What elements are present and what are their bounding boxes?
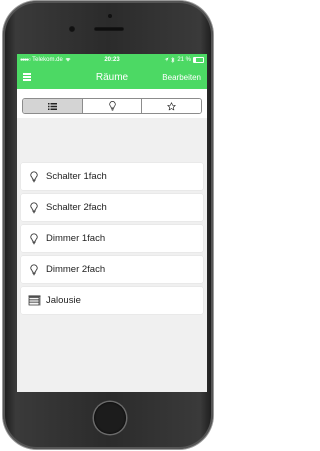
- front-camera: [69, 26, 75, 32]
- list-item-label: Jalousie: [46, 295, 81, 306]
- list-item-label: Schalter 1fach: [46, 171, 107, 182]
- phone-frame: ●●●●○ Telekom.de 20:23 21 % Räume Bearbe…: [3, 1, 213, 449]
- view-segmented-control: [22, 98, 202, 114]
- segment-lights[interactable]: [82, 99, 143, 113]
- star-icon: [167, 101, 176, 110]
- device-list: Schalter 1fach Schalter 2fach Dimmer 1fa…: [17, 118, 207, 392]
- earpiece-speaker: [94, 27, 124, 31]
- list-item[interactable]: Jalousie: [21, 287, 203, 314]
- list-item-label: Dimmer 2fach: [46, 264, 106, 275]
- bulb-icon: [27, 201, 41, 214]
- list-item[interactable]: Schalter 2fach: [21, 194, 203, 221]
- proximity-sensor: [108, 14, 112, 18]
- home-button[interactable]: [94, 402, 126, 434]
- bulb-icon: [27, 232, 41, 245]
- clock: 20:23: [104, 56, 120, 63]
- navigation-bar: Räume Bearbeiten: [17, 65, 207, 89]
- list-item[interactable]: Schalter 1fach: [21, 163, 203, 190]
- segment-list[interactable]: [23, 99, 83, 113]
- list-item[interactable]: Dimmer 1fach: [21, 225, 203, 252]
- bulb-icon: [108, 101, 116, 111]
- segment-favorites[interactable]: [142, 99, 201, 113]
- status-bar: ●●●●○ Telekom.de 20:23 21 %: [17, 54, 207, 65]
- bulb-icon: [27, 263, 41, 276]
- list-item-label: Dimmer 1fach: [46, 233, 106, 244]
- battery-icon: [193, 56, 204, 63]
- list-item[interactable]: Dimmer 2fach: [21, 256, 203, 283]
- list-item-label: Schalter 2fach: [46, 202, 107, 213]
- edit-button[interactable]: Bearbeiten: [162, 73, 201, 82]
- blinds-icon: [27, 295, 41, 307]
- list-icon: [47, 102, 57, 110]
- bulb-icon: [27, 170, 41, 183]
- app-screen: ●●●●○ Telekom.de 20:23 21 % Räume Bearbe…: [17, 54, 207, 392]
- hamburger-menu-icon[interactable]: [23, 73, 31, 81]
